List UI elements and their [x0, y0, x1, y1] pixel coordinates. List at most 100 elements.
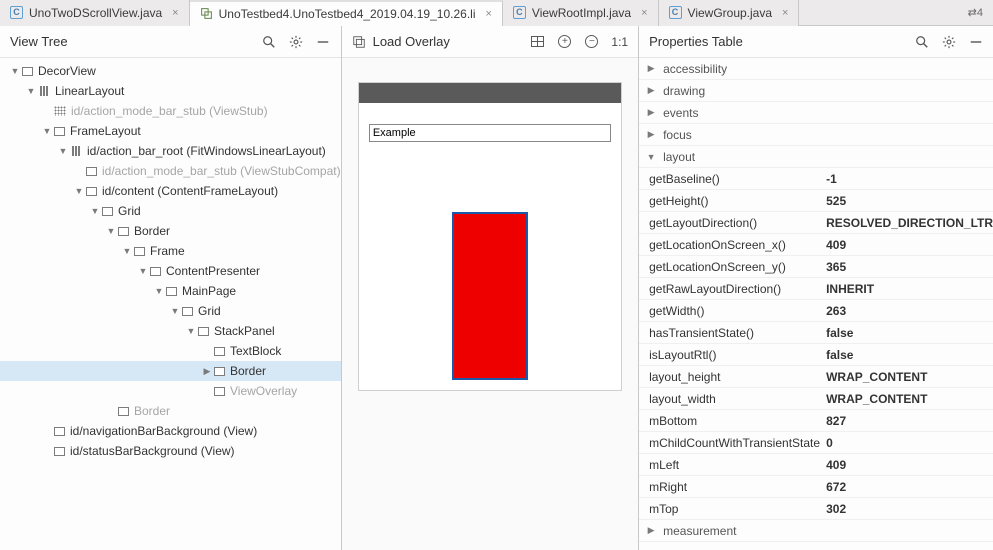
chevron-down-icon[interactable]: ▼: [120, 246, 134, 256]
overlay-canvas[interactable]: [342, 58, 639, 550]
property-row[interactable]: layout_heightWRAP_CONTENT: [639, 366, 993, 388]
editor-tab[interactable]: CUnoTwoDScrollView.java×: [0, 0, 190, 26]
tree-node[interactable]: ▼id/content (ContentFrameLayout): [0, 181, 341, 201]
tree-node[interactable]: ▼ContentPresenter: [0, 261, 341, 281]
close-icon[interactable]: ×: [637, 7, 647, 19]
selected-view-highlight[interactable]: [452, 212, 528, 380]
property-row[interactable]: getLayoutDirection()RESOLVED_DIRECTION_L…: [639, 212, 993, 234]
chevron-down-icon[interactable]: ▼: [88, 206, 102, 216]
chevron-down-icon[interactable]: ▼: [184, 326, 198, 336]
property-row[interactable]: getRawLayoutDirection()INHERIT: [639, 278, 993, 300]
property-row[interactable]: hasTransientState()false: [639, 322, 993, 344]
close-icon[interactable]: ×: [481, 8, 491, 20]
tree-node[interactable]: ▼ Grid: [0, 201, 341, 221]
chevron-down-icon[interactable]: ▼: [168, 306, 182, 316]
property-row[interactable]: getHeight()525: [639, 190, 993, 212]
tree-node[interactable]: id/action_mode_bar_stub (ViewStubCompat): [0, 161, 341, 181]
chevron-down-icon[interactable]: ▼: [136, 266, 150, 276]
property-key: mLeft: [639, 458, 822, 472]
java-file-icon: C: [669, 6, 682, 19]
zoom-out-icon[interactable]: −: [584, 34, 599, 49]
chevron-down-icon[interactable]: ▼: [152, 286, 166, 296]
chevron-right-icon[interactable]: ▶: [639, 107, 663, 118]
property-row[interactable]: getLocationOnScreen_y()365: [639, 256, 993, 278]
view-tree-header: View Tree: [0, 26, 341, 58]
chevron-right-icon[interactable]: ▶: [639, 129, 663, 140]
property-group[interactable]: ▶accessibility: [639, 58, 993, 80]
tree-node[interactable]: ▼id/action_bar_root (FitWindowsLinearLay…: [0, 141, 341, 161]
tree-node-label: Frame: [150, 244, 185, 258]
close-icon[interactable]: ×: [778, 7, 788, 19]
zoom-ratio[interactable]: 1:1: [611, 35, 628, 49]
property-group[interactable]: ▶focus: [639, 124, 993, 146]
chevron-down-icon[interactable]: ▼: [639, 152, 663, 162]
property-row[interactable]: mRight672: [639, 476, 993, 498]
device-content: [359, 103, 621, 390]
tree-node[interactable]: id/action_mode_bar_stub (ViewStub): [0, 101, 341, 121]
view-tree-title: View Tree: [10, 34, 262, 49]
search-icon[interactable]: [914, 34, 929, 49]
gear-icon[interactable]: [941, 34, 956, 49]
property-group[interactable]: ▼layout: [639, 146, 993, 168]
tree-node[interactable]: ▼DecorView: [0, 61, 341, 81]
tree-node[interactable]: ▼StackPanel: [0, 321, 341, 341]
search-icon[interactable]: [262, 34, 277, 49]
chevron-down-icon[interactable]: ▼: [24, 86, 38, 96]
example-input[interactable]: [369, 124, 611, 142]
tree-node[interactable]: Border: [0, 401, 341, 421]
editor-tab[interactable]: C ViewGroup.java ×: [659, 0, 800, 26]
property-group[interactable]: ▶drawing: [639, 80, 993, 102]
tree-node-label: Grid: [198, 304, 221, 318]
minimize-icon[interactable]: [316, 34, 331, 49]
chevron-right-icon[interactable]: ▶: [200, 366, 214, 377]
tab-label: UnoTwoDScrollView.java: [29, 6, 162, 20]
property-group[interactable]: ▶measurement: [639, 520, 993, 542]
chevron-down-icon[interactable]: ▼: [40, 126, 54, 136]
tree-node[interactable]: ▼FrameLayout: [0, 121, 341, 141]
node-type-icon: [166, 287, 177, 296]
chevron-down-icon[interactable]: ▼: [72, 186, 86, 196]
property-group-label: events: [663, 106, 846, 120]
property-row[interactable]: mLeft409: [639, 454, 993, 476]
tree-node[interactable]: TextBlock: [0, 341, 341, 361]
property-row[interactable]: getLocationOnScreen_x()409: [639, 234, 993, 256]
tree-node[interactable]: ▼LinearLayout: [0, 81, 341, 101]
property-group[interactable]: ▶events: [639, 102, 993, 124]
property-row[interactable]: mTop302: [639, 498, 993, 520]
view-tree[interactable]: ▼DecorView▼LinearLayoutid/action_mode_ba…: [0, 58, 341, 461]
chevron-down-icon[interactable]: ▼: [56, 146, 70, 156]
grid-toggle-icon[interactable]: [530, 34, 545, 49]
tree-node[interactable]: ViewOverlay: [0, 381, 341, 401]
properties-panel: Properties Table ▶accessibility▶drawing▶…: [639, 26, 993, 550]
chevron-right-icon[interactable]: ▶: [639, 85, 663, 96]
tree-node[interactable]: ▼MainPage: [0, 281, 341, 301]
editor-tab[interactable]: CViewRootImpl.java×: [503, 0, 659, 26]
tab-label: ViewGroup.java: [688, 6, 773, 20]
tabs-overflow-indicator[interactable]: ⇄4: [958, 6, 993, 19]
property-row[interactable]: isLayoutRtl()false: [639, 344, 993, 366]
tree-node[interactable]: ▼ Grid: [0, 301, 341, 321]
zoom-in-icon[interactable]: +: [557, 34, 572, 49]
property-row[interactable]: getBaseline()-1: [639, 168, 993, 190]
editor-tab[interactable]: UnoTestbed4.UnoTestbed4_2019.04.19_10.26…: [190, 0, 503, 26]
tree-node[interactable]: id/navigationBarBackground (View): [0, 421, 341, 441]
chevron-down-icon[interactable]: ▼: [8, 66, 22, 76]
property-row[interactable]: getWidth()263: [639, 300, 993, 322]
chevron-down-icon[interactable]: ▼: [104, 226, 118, 236]
property-row[interactable]: mChildCountWithTransientState0: [639, 432, 993, 454]
tree-node[interactable]: ▼Border: [0, 221, 341, 241]
close-icon[interactable]: ×: [168, 7, 178, 19]
property-row[interactable]: layout_widthWRAP_CONTENT: [639, 388, 993, 410]
property-value: 365: [822, 260, 993, 274]
properties-table[interactable]: ▶accessibility▶drawing▶events▶focus▼layo…: [639, 58, 993, 542]
chevron-right-icon[interactable]: ▶: [639, 63, 663, 74]
gear-icon[interactable]: [289, 34, 304, 49]
tree-node[interactable]: ▼ Frame: [0, 241, 341, 261]
minimize-icon[interactable]: [968, 34, 983, 49]
tree-node[interactable]: id/statusBarBackground (View): [0, 441, 341, 461]
tree-node-label: Grid: [118, 204, 141, 218]
property-row[interactable]: mBottom827: [639, 410, 993, 432]
property-key: getLayoutDirection(): [639, 216, 822, 230]
tree-node[interactable]: ▶Border: [0, 361, 341, 381]
chevron-right-icon[interactable]: ▶: [639, 525, 663, 536]
